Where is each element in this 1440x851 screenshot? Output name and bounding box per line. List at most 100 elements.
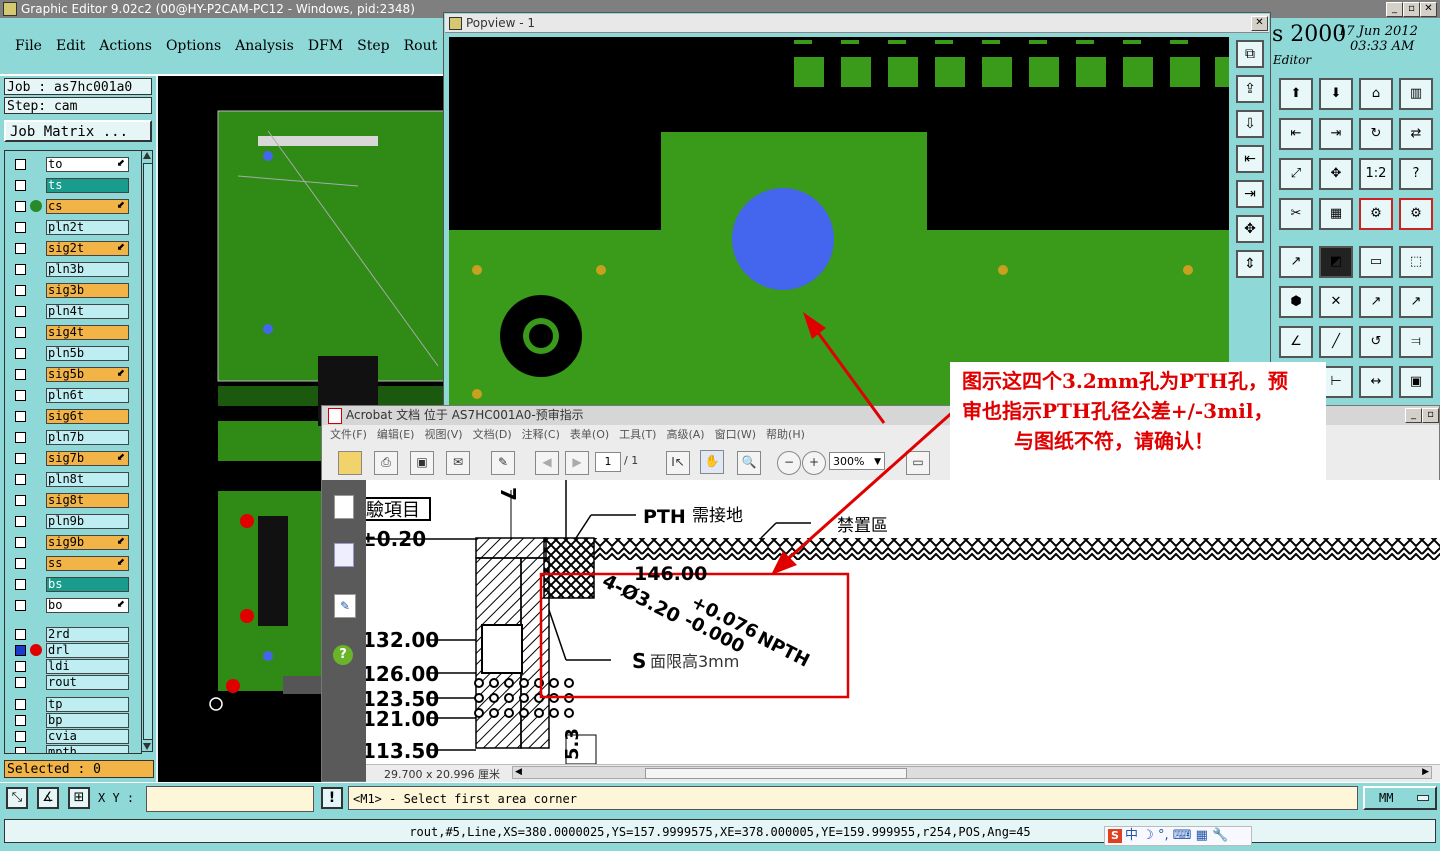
zoom-tool-icon[interactable]: 🔍 — [737, 451, 761, 475]
acrobat-menu-item[interactable]: 高级(A) — [666, 425, 704, 445]
moon-icon[interactable]: ☽ — [1138, 828, 1158, 843]
layer-checkbox[interactable] — [15, 369, 26, 380]
layer-row[interactable]: pln9b — [13, 514, 129, 529]
zoom-level-select[interactable]: 300% ▼ — [829, 452, 885, 470]
measure-icon[interactable]: ∡ — [37, 787, 59, 809]
next-page-icon[interactable]: ▶ — [565, 451, 589, 475]
layer-name[interactable]: mpth — [46, 745, 129, 753]
layer-checkbox[interactable] — [15, 516, 26, 527]
shift-left-icon[interactable]: ⇤ — [1279, 118, 1313, 150]
save-icon[interactable]: ▣ — [410, 451, 434, 475]
layer-checkbox[interactable] — [15, 222, 26, 233]
layer-name[interactable]: pln8t — [46, 472, 129, 487]
skin-icon[interactable]: ▦ — [1196, 828, 1212, 843]
acrobat-menu-item[interactable]: 文档(D) — [473, 425, 512, 445]
layer-checkbox[interactable] — [15, 432, 26, 443]
layer-checkbox[interactable] — [15, 264, 26, 275]
acrobat-menu-item[interactable]: 窗口(W) — [715, 425, 756, 445]
layer-row[interactable]: sig4t — [13, 325, 129, 340]
maximize-button[interactable]: ▫ — [1403, 2, 1420, 17]
close-button[interactable]: ✕ — [1420, 2, 1437, 17]
layer-row[interactable]: sig3b — [13, 283, 129, 298]
cross-icon[interactable]: ✕ — [1319, 286, 1353, 318]
popview-close-button[interactable]: ✕ — [1251, 16, 1268, 31]
layer-name[interactable]: 2rd — [46, 627, 129, 642]
layer-checkbox[interactable] — [15, 715, 26, 726]
scale-1-2-icon[interactable]: 1:2 — [1359, 158, 1393, 190]
layer-name[interactable]: bs — [46, 577, 129, 592]
layer-row[interactable]: pln2t — [13, 220, 129, 235]
popview-tool-3-icon[interactable]: ⇩ — [1236, 110, 1264, 138]
layer-row[interactable]: pln3b — [13, 262, 129, 277]
angle-icon[interactable]: ∠ — [1279, 326, 1313, 358]
menu-dfm[interactable]: DFM — [308, 38, 343, 54]
units-select[interactable]: MM — [1363, 786, 1437, 810]
popview-tool-5-icon[interactable]: ⇥ — [1236, 180, 1264, 208]
layer-row[interactable]: rout — [13, 675, 129, 690]
layer-row[interactable]: cvia — [13, 729, 129, 744]
acrobat-menu-item[interactable]: 文件(F) — [330, 425, 367, 445]
ime-mode[interactable]: 中 — [1125, 828, 1138, 843]
selection-icon[interactable]: ⬚ — [1399, 246, 1433, 278]
point-a-icon[interactable]: ↗ — [1359, 286, 1393, 318]
layer-checkbox[interactable] — [15, 453, 26, 464]
punct-icon[interactable]: °, — [1158, 828, 1173, 843]
units-dropdown-icon[interactable] — [1417, 795, 1429, 801]
layer-name[interactable]: pln9b — [46, 514, 129, 529]
acrobat-menu-item[interactable]: 工具(T) — [619, 425, 656, 445]
zoom-out-icon[interactable]: − — [777, 451, 801, 475]
layer-row[interactable]: pln4t — [13, 304, 129, 319]
layer-name[interactable]: rout — [46, 675, 129, 690]
menu-edit[interactable]: Edit — [56, 38, 85, 54]
layer-checkbox[interactable] — [15, 677, 26, 688]
layer-row[interactable]: pln6t — [13, 388, 129, 403]
page-number-input[interactable]: 1 — [595, 452, 621, 472]
layer-row[interactable]: bo ⬋ — [13, 598, 129, 613]
layer-row[interactable]: bs — [13, 577, 129, 592]
prev-page-icon[interactable]: ◀ — [535, 451, 559, 475]
snap-grid-icon[interactable]: ⊞ — [68, 787, 90, 809]
swap-icon[interactable]: ⇄ — [1399, 118, 1433, 150]
move-up-icon[interactable]: ⬆ — [1279, 78, 1313, 110]
grid-icon[interactable]: ▦ — [1319, 198, 1353, 230]
line-icon[interactable]: ╱ — [1319, 326, 1353, 358]
layer-name[interactable]: pln5b — [46, 346, 129, 361]
layer-name[interactable]: pln7b — [46, 430, 129, 445]
shift-right-icon[interactable]: ⇥ — [1319, 118, 1353, 150]
popview-canvas[interactable] — [449, 37, 1229, 405]
layer-row[interactable]: pln5b — [13, 346, 129, 361]
layer-row[interactable]: tp — [13, 697, 129, 712]
layer-name[interactable]: drl — [46, 643, 129, 658]
layer-name[interactable]: sig6t — [46, 409, 129, 424]
layer-name[interactable]: sig3b — [46, 283, 129, 298]
layer-name[interactable]: pln3b — [46, 262, 129, 277]
layer-checkbox[interactable] — [15, 474, 26, 485]
layer-name[interactable]: cvia — [46, 729, 129, 744]
menu-file[interactable]: File — [15, 38, 42, 54]
layer-view-icon[interactable]: ◩ — [1319, 246, 1353, 278]
scroll-right-arrow-icon[interactable]: ▶ — [1422, 767, 1429, 777]
layer-checkbox[interactable] — [15, 579, 26, 590]
xy-input[interactable] — [146, 786, 314, 812]
layer-name[interactable]: pln6t — [46, 388, 129, 403]
layer-row[interactable]: sig9b ⬋ — [13, 535, 129, 550]
layer-checkbox[interactable] — [15, 558, 26, 569]
layer-checkbox[interactable] — [15, 159, 26, 170]
bookmarks-panel-icon[interactable] — [334, 543, 354, 567]
popview-tool-7-icon[interactable]: ⇕ — [1236, 250, 1264, 278]
layer-checkbox[interactable] — [15, 243, 26, 254]
layer-row[interactable]: to ⬋ — [13, 157, 129, 172]
layer-row[interactable]: ldi — [13, 659, 129, 674]
layer-row[interactable]: ss ⬋ — [13, 556, 129, 571]
popview-tool-1-icon[interactable]: ⧉ — [1236, 40, 1264, 68]
popview-tool-2-icon[interactable]: ⇪ — [1236, 75, 1264, 103]
measure-h-icon[interactable]: ↔ — [1359, 366, 1393, 398]
hscroll-thumb[interactable] — [645, 768, 907, 779]
menu-rout[interactable]: Rout — [404, 38, 438, 54]
rotate-icon[interactable]: ↻ — [1359, 118, 1393, 150]
layer-name[interactable]: pln2t — [46, 220, 129, 235]
window-icon[interactable]: ▥ — [1399, 78, 1433, 110]
layer-checkbox[interactable] — [15, 285, 26, 296]
hand-tool-icon[interactable]: ✋ — [700, 450, 724, 474]
pan-icon[interactable]: ✥ — [1319, 158, 1353, 190]
